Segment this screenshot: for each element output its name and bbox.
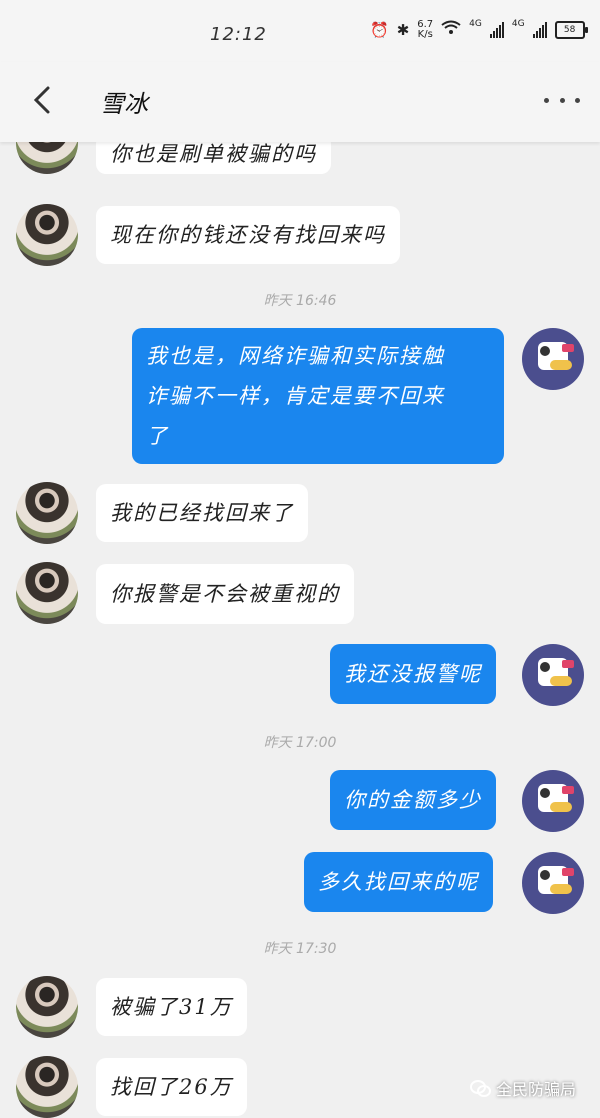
wifi-icon	[441, 20, 461, 40]
watermark-text: 全民防骗局	[496, 1080, 577, 1099]
avatar[interactable]	[16, 482, 78, 544]
message-bubble[interactable]: 我也是，网络诈骗和实际接触 诈骗不一样，肯定是要不回来 了	[132, 328, 504, 464]
status-icons: ⏰ ✱ 6.7 K/s 4G 4G 58	[370, 19, 588, 40]
avatar[interactable]	[522, 644, 584, 706]
net-speed: 6.7 K/s	[417, 20, 433, 40]
watermark: 全民防骗局	[470, 1076, 576, 1100]
message-bubble[interactable]: 你报警是不会被重视的	[96, 564, 354, 624]
avatar[interactable]	[16, 1056, 78, 1118]
avatar[interactable]	[522, 770, 584, 832]
battery-icon: 58	[554, 21, 588, 39]
timestamp: 昨天 17:00	[263, 735, 337, 751]
message-bubble[interactable]: 我的已经找回来了	[96, 484, 308, 542]
timestamp: 昨天 17:30	[263, 941, 337, 957]
net-tag-1: 4G	[469, 19, 482, 29]
avatar[interactable]	[16, 976, 78, 1038]
chat-area[interactable]: 你也是刷单被骗的吗 现在你的钱还没有找回来吗 昨天 16:46 我也是，网络诈骗…	[0, 112, 600, 1118]
message-line: 诈骗不一样，肯定是要不回来	[146, 384, 445, 408]
message-bubble[interactable]: 找回了26万	[96, 1058, 247, 1116]
page-title: 雪冰	[100, 90, 148, 118]
bluetooth-icon: ✱	[396, 21, 410, 39]
message-bubble[interactable]: 多久找回来的呢	[304, 852, 493, 912]
chevron-left-icon[interactable]	[24, 82, 60, 118]
avatar[interactable]	[522, 328, 584, 390]
message-bubble[interactable]: 被骗了31万	[96, 978, 247, 1036]
chat-header: 雪冰	[0, 62, 600, 142]
net-speed-unit: K/s	[417, 29, 433, 40]
timestamp: 昨天 16:46	[263, 293, 337, 309]
message-line: 了	[146, 424, 169, 448]
net-tag-2: 4G	[511, 19, 525, 29]
message-bubble[interactable]: 我还没报警呢	[330, 644, 496, 704]
avatar[interactable]	[522, 852, 584, 914]
status-time: 12:12	[210, 24, 267, 45]
message-bubble[interactable]: 现在你的钱还没有找回来吗	[96, 206, 400, 264]
alarm-icon: ⏰	[370, 21, 389, 39]
wechat-icon	[470, 1080, 491, 1097]
message-bubble[interactable]: 你的金额多少	[330, 770, 496, 830]
more-horizontal-icon[interactable]	[544, 92, 580, 108]
avatar[interactable]	[16, 204, 78, 266]
message-line: 我也是，网络诈骗和实际接触	[146, 344, 445, 368]
avatar[interactable]	[16, 562, 78, 624]
signal-icon	[532, 22, 547, 38]
signal-icon	[489, 22, 504, 38]
status-bar: 12:12 ⏰ ✱ 6.7 K/s 4G 4G 58	[0, 0, 600, 62]
